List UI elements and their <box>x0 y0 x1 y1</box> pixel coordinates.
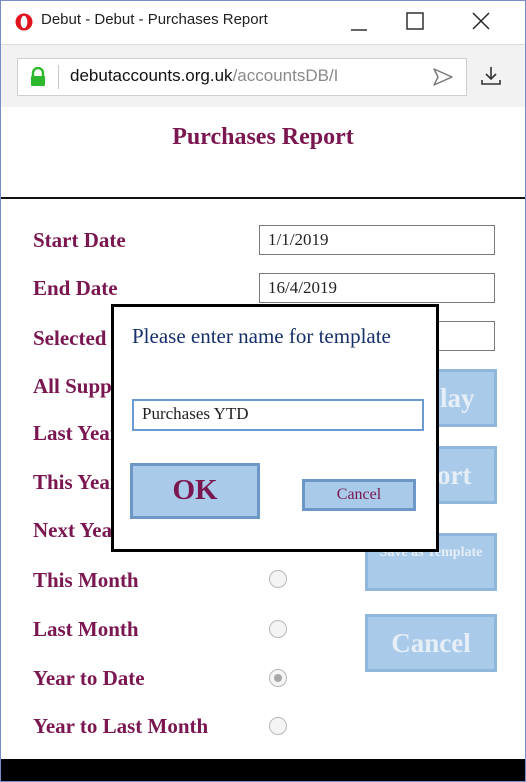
page-title: Purchases Report <box>1 107 525 199</box>
bottom-bar <box>1 759 525 781</box>
period-label-last-month: Last Month <box>33 617 139 641</box>
period-radio-last-month[interactable] <box>269 620 287 638</box>
ok-button[interactable]: OK <box>130 463 260 519</box>
close-button[interactable] <box>461 9 501 35</box>
start-date-label: Start Date <box>33 228 126 252</box>
opera-logo-icon <box>15 13 33 31</box>
period-label-year-to-date: Year to Date <box>33 666 145 690</box>
maximize-icon <box>406 12 424 30</box>
minimize-button[interactable] <box>339 9 379 35</box>
download-icon[interactable] <box>479 64 503 88</box>
lock-icon <box>31 67 45 86</box>
selected-label: Selected <box>33 326 107 350</box>
browser-window: Debut - Debut - Purchases Report debutac… <box>0 0 526 782</box>
title-bar: Debut - Debut - Purchases Report <box>1 1 525 43</box>
dialog-cancel-button[interactable]: Cancel <box>302 479 416 511</box>
url-host: debutaccounts.org.uk <box>70 66 233 85</box>
period-label-this-year: This Year <box>33 470 120 494</box>
dialog-message: Please enter name for template <box>132 324 391 348</box>
url-separator <box>58 65 59 89</box>
end-date-input[interactable]: 16/4/2019 <box>259 273 495 303</box>
period-label-next-year: Next Year <box>33 518 122 542</box>
end-date-label: End Date <box>33 276 118 300</box>
period-label-year-to-last-month: Year to Last Month <box>33 714 209 738</box>
send-icon[interactable] <box>432 67 454 87</box>
url-text: debutaccounts.org.uk/accountsDB/I <box>70 66 410 88</box>
period-radio-year-to-date[interactable] <box>269 669 287 687</box>
close-icon <box>472 12 490 30</box>
start-date-input[interactable]: 1/1/2019 <box>259 225 495 255</box>
maximize-button[interactable] <box>395 9 435 35</box>
template-name-dialog: Please enter name for template Purchases… <box>111 304 439 552</box>
url-path: /accountsDB/I <box>232 66 339 85</box>
period-label-this-month: This Month <box>33 568 139 592</box>
period-radio-this-month[interactable] <box>269 570 287 588</box>
template-name-value: Purchases YTD <box>142 404 249 423</box>
window-title: Debut - Debut - Purchases Report <box>41 11 268 28</box>
address-bar: debutaccounts.org.uk/accountsDB/I <box>1 44 525 107</box>
template-name-input[interactable]: Purchases YTD <box>132 399 424 431</box>
url-field[interactable]: debutaccounts.org.uk/accountsDB/I <box>17 58 467 96</box>
period-radio-year-to-last-month[interactable] <box>269 717 287 735</box>
page-cancel-button[interactable]: Cancel <box>365 614 497 672</box>
minimize-icon <box>351 29 367 31</box>
period-label-last-year: Last Year <box>33 421 120 445</box>
